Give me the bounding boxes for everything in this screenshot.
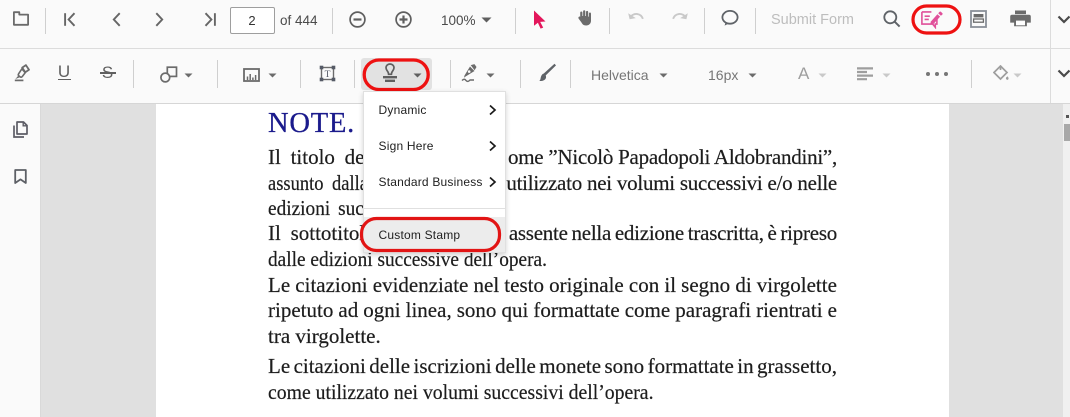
- svg-text:T: T: [324, 69, 330, 79]
